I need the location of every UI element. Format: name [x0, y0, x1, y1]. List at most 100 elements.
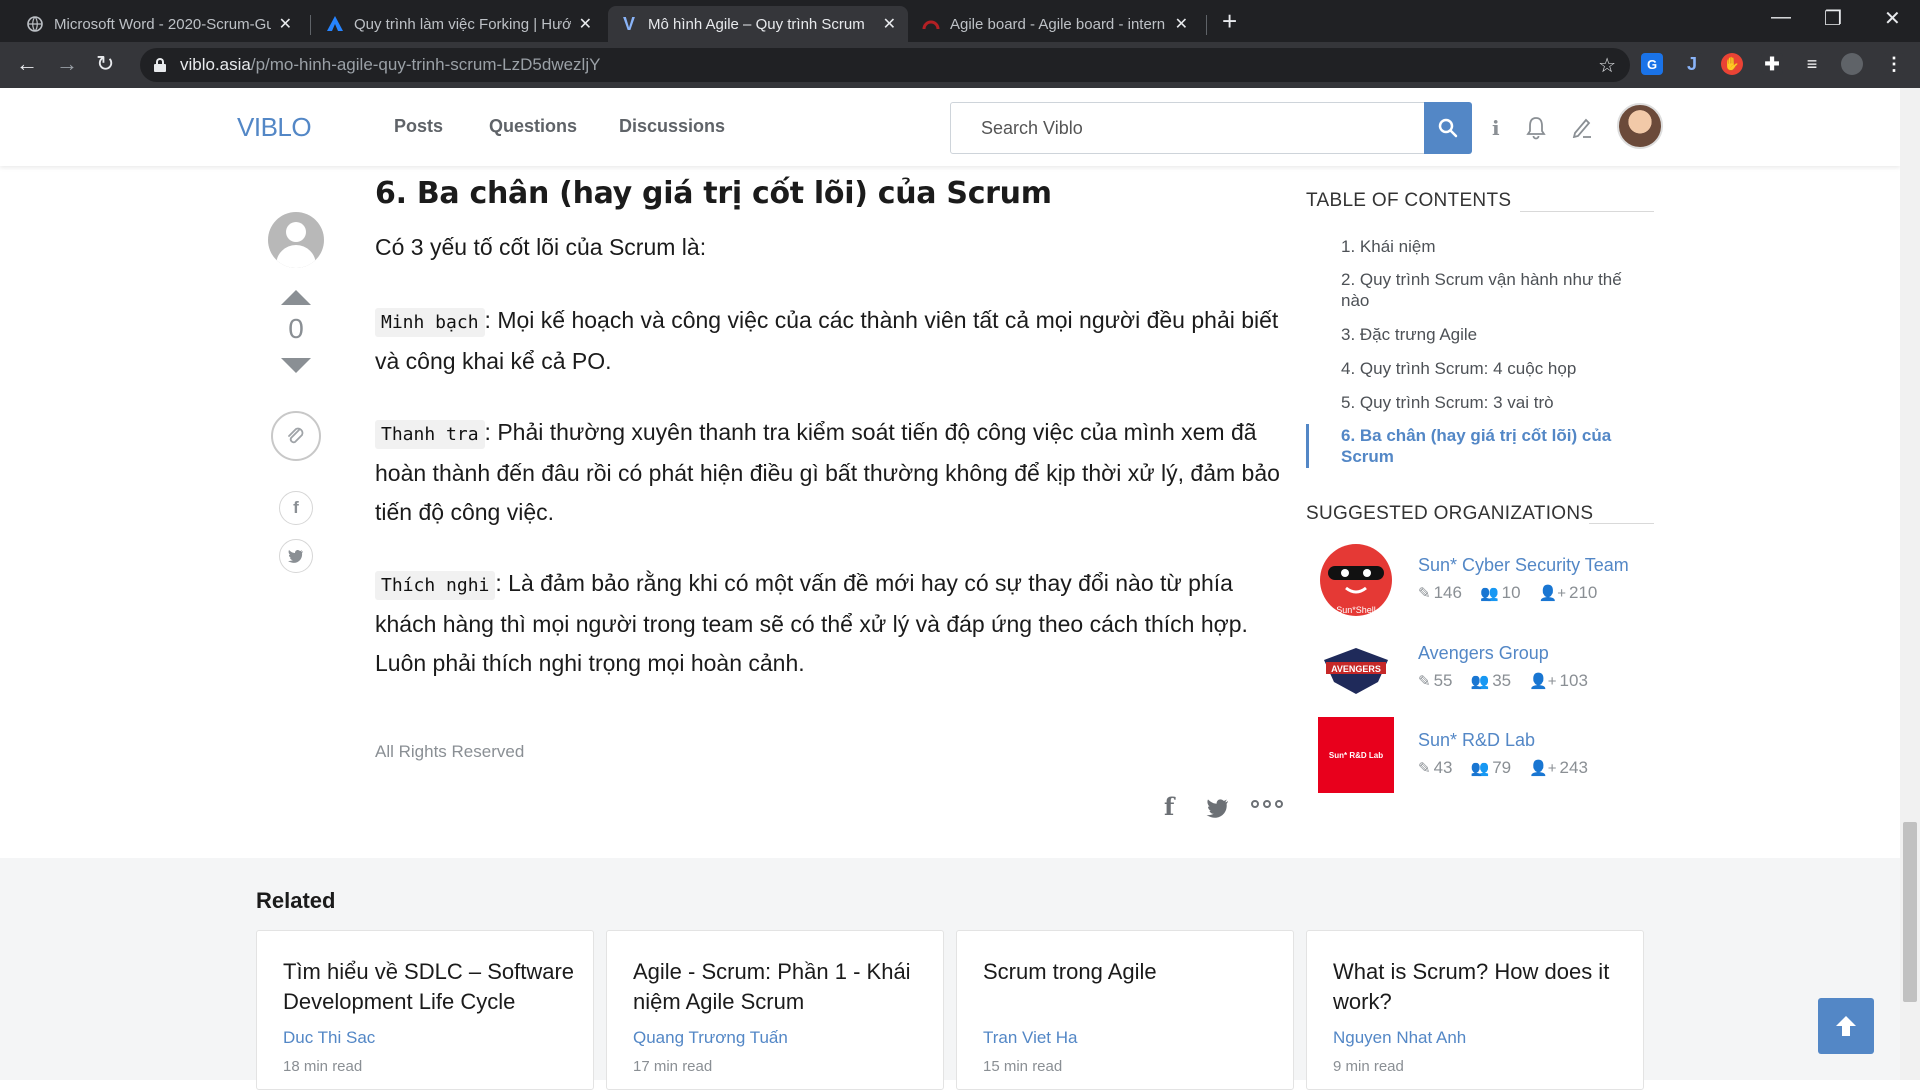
back-arrow-icon[interactable]: ←	[16, 51, 38, 77]
related-card[interactable]: What is Scrum? How does it work? Nguyen …	[1306, 930, 1644, 1090]
forward-arrow-icon[interactable]: →	[56, 51, 78, 77]
write-post-pencil-icon[interactable]	[1571, 116, 1593, 144]
toc-item[interactable]: 5. Quy trình Scrum: 3 vai trò	[1341, 392, 1651, 413]
facebook-share-icon[interactable]: f	[1164, 792, 1174, 821]
toc-item[interactable]: 2. Quy trình Scrum vận hành như thế nào	[1341, 269, 1651, 311]
related-card[interactable]: Tìm hiểu về SDLC – Software Development …	[256, 930, 594, 1090]
hand-extension-icon[interactable]: ✋	[1721, 53, 1743, 75]
toc-item[interactable]: 4. Quy trình Scrum: 4 cuộc họp	[1341, 358, 1651, 379]
page-scrollbar[interactable]	[1900, 88, 1920, 1080]
address-bar[interactable]: viblo.asia/p/mo-hinh-agile-quy-trinh-scr…	[140, 48, 1630, 82]
browser-tab[interactable]: Agile board - Agile board - intern ✕	[910, 6, 1200, 42]
card-title[interactable]: Scrum trong Agile	[983, 957, 1283, 987]
toc-active-indicator	[1306, 424, 1309, 468]
pencil-icon: ✎	[1418, 585, 1431, 602]
new-tab-button[interactable]: +	[1222, 8, 1237, 34]
card-author[interactable]: Nguyen Nhat Anh	[1333, 1028, 1466, 1048]
related-card[interactable]: Scrum trong Agile Tran Viet Ha 15 min re…	[956, 930, 1294, 1090]
svg-text:Sun*Shell: Sun*Shell	[1336, 605, 1376, 615]
redmine-icon	[922, 15, 940, 33]
card-read-time: 17 min read	[633, 1058, 713, 1075]
author-avatar[interactable]	[268, 212, 324, 268]
pencil-icon: ✎	[1418, 673, 1431, 690]
pencil-icon: ✎	[1418, 760, 1431, 777]
divider	[1520, 211, 1654, 212]
card-author[interactable]: Duc Thi Sac	[283, 1028, 375, 1048]
search-button[interactable]	[1424, 102, 1472, 154]
org-name[interactable]: Avengers Group	[1418, 643, 1549, 664]
search-input[interactable]	[951, 103, 1427, 153]
card-title[interactable]: Tìm hiểu về SDLC – Software Development …	[283, 957, 583, 1017]
browser-tab-active[interactable]: V Mô hình Agile – Quy trình Scrum ✕	[608, 6, 908, 42]
tab-close-icon[interactable]: ✕	[279, 14, 292, 34]
tab-close-icon[interactable]: ✕	[1175, 14, 1188, 34]
term-code: Minh bạch	[375, 308, 485, 337]
tab-close-icon[interactable]: ✕	[579, 14, 592, 34]
reload-icon[interactable]: ↻	[96, 51, 114, 77]
upvote-arrow-icon[interactable]	[281, 290, 311, 305]
twitter-share-icon[interactable]	[279, 539, 313, 573]
downvote-arrow-icon[interactable]	[281, 358, 311, 373]
tab-title: Microsoft Word - 2020-Scrum-Gu	[54, 15, 271, 33]
viblo-logo[interactable]: VIBLO	[237, 112, 312, 143]
org-logo-sun-shell[interactable]: Sun*Shell	[1318, 542, 1394, 618]
tab-title: Agile board - Agile board - intern	[950, 15, 1166, 33]
nav-discussions[interactable]: Discussions	[619, 116, 725, 137]
bookmark-star-icon[interactable]: ☆	[1598, 53, 1616, 78]
scrollbar-thumb[interactable]	[1903, 822, 1917, 1002]
translate-extension-icon[interactable]: G	[1641, 53, 1663, 75]
card-read-time: 18 min read	[283, 1058, 363, 1075]
notification-bell-icon[interactable]	[1525, 116, 1547, 146]
tab-separator	[1206, 15, 1207, 35]
divider	[1589, 523, 1654, 524]
minimize-window-icon[interactable]: —	[1771, 6, 1791, 29]
search-icon	[1438, 118, 1458, 138]
org-name[interactable]: Sun* R&D Lab	[1418, 730, 1535, 751]
toc-item[interactable]: 3. Đặc trưng Agile	[1341, 324, 1651, 345]
facebook-share-icon[interactable]: f	[279, 491, 313, 525]
org-logo-avengers[interactable]: AVENGERS	[1318, 630, 1394, 706]
more-options-icon[interactable]	[1251, 800, 1283, 808]
related-title: Related	[256, 888, 336, 913]
org-stats: ✎ 55 👥 35 👤+ 103	[1418, 671, 1588, 690]
card-author[interactable]: Tran Viet Ha	[983, 1028, 1078, 1048]
card-author[interactable]: Quang Trương Tuấn	[633, 1028, 788, 1048]
clip-post-paperclip-icon[interactable]	[271, 411, 321, 461]
extensions-puzzle-icon[interactable]: ✚	[1761, 53, 1783, 75]
browser-tab-strip: Microsoft Word - 2020-Scrum-Gu ✕ Quy trì…	[0, 0, 1920, 42]
profile-avatar-icon[interactable]	[1841, 53, 1863, 75]
users-icon: 👥	[1470, 760, 1490, 777]
restore-window-icon[interactable]: ❐	[1824, 6, 1842, 31]
info-icon[interactable]: i	[1492, 116, 1500, 140]
term-code: Thanh tra	[375, 420, 485, 449]
user-avatar[interactable]	[1617, 103, 1663, 149]
toc-item[interactable]: 1. Khái niệm	[1341, 236, 1651, 257]
card-read-time: 15 min read	[983, 1058, 1063, 1075]
browser-toolbar: ← → ↻ viblo.asia/p/mo-hinh-agile-quy-tri…	[0, 42, 1920, 88]
twitter-share-icon[interactable]	[1206, 797, 1230, 825]
organizations-title: SUGGESTED ORGANIZATIONS	[1306, 503, 1594, 524]
tab-separator	[310, 15, 311, 35]
j-extension-icon[interactable]: J	[1681, 53, 1703, 75]
value-paragraph: Thích nghi: Là đảm bảo rằng khi có một v…	[375, 570, 1248, 676]
org-name[interactable]: Sun* Cyber Security Team	[1418, 555, 1629, 576]
value-paragraph: Minh bạch: Mọi kế hoạch và công việc của…	[375, 307, 1279, 374]
card-title[interactable]: Agile - Scrum: Phần 1 - Khái niệm Agile …	[633, 957, 933, 1017]
browser-tab[interactable]: Quy trình làm việc Forking | Hướ ✕	[314, 6, 604, 42]
users-icon: 👥	[1470, 673, 1490, 690]
close-window-icon[interactable]: ✕	[1884, 6, 1901, 31]
nav-questions[interactable]: Questions	[489, 116, 577, 137]
browser-tab[interactable]: Microsoft Word - 2020-Scrum-Gu ✕	[14, 6, 304, 42]
url-text: viblo.asia/p/mo-hinh-agile-quy-trinh-scr…	[180, 55, 601, 74]
media-playlist-icon[interactable]: ≡	[1801, 53, 1823, 75]
nav-posts[interactable]: Posts	[394, 116, 443, 137]
card-title[interactable]: What is Scrum? How does it work?	[1333, 957, 1633, 1017]
tab-title: Quy trình làm việc Forking | Hướ	[354, 15, 571, 33]
chrome-menu-icon[interactable]: ⋮	[1883, 53, 1905, 75]
scroll-to-top-button[interactable]	[1818, 998, 1874, 1054]
user-plus-icon: 👤+	[1529, 760, 1557, 777]
related-card[interactable]: Agile - Scrum: Phần 1 - Khái niệm Agile …	[606, 930, 944, 1090]
tab-close-icon[interactable]: ✕	[883, 14, 896, 34]
toc-item-active[interactable]: 6. Ba chân (hay giá trị cốt lõi) của Scr…	[1341, 425, 1651, 467]
org-logo-rd-lab[interactable]: Sun* R&D Lab	[1318, 717, 1394, 793]
